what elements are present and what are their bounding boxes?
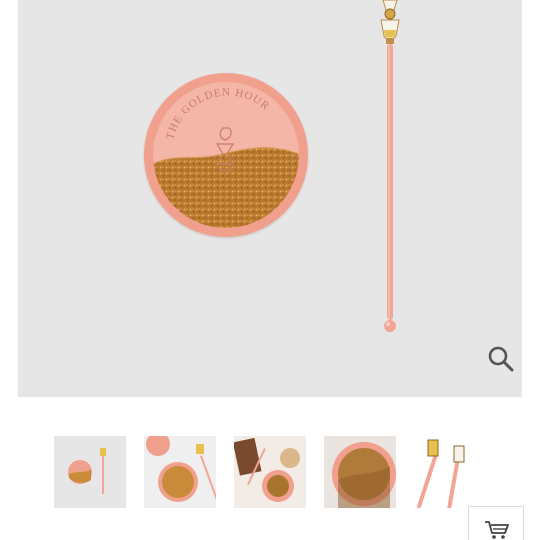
thumbnail-strip	[54, 436, 494, 508]
hourglass-emblem-icon	[215, 127, 235, 172]
hourglass-topper-icon	[380, 0, 400, 44]
coaster-engraving: THE GOLDEN HOUR	[164, 86, 272, 172]
product-gallery-page: THE GOLDEN HOUR	[0, 0, 540, 540]
coaster-image: THE GOLDEN HOUR	[144, 73, 308, 237]
zoom-icon[interactable]	[486, 344, 516, 374]
coaster-inner: THE GOLDEN HOUR	[153, 82, 299, 228]
thumbnail-5[interactable]	[414, 436, 486, 508]
thumbnail-2[interactable]	[144, 436, 216, 508]
shopping-cart-icon	[485, 521, 509, 539]
svg-text:THE GOLDEN HOUR: THE GOLDEN HOUR	[164, 86, 272, 140]
thumbnail-1[interactable]	[54, 436, 126, 508]
main-product-image[interactable]: THE GOLDEN HOUR	[18, 0, 522, 397]
coaster-engraving-text: THE GOLDEN HOUR	[164, 86, 271, 140]
shopping-cart-button[interactable]	[468, 506, 524, 540]
stirrer-image	[380, 0, 400, 332]
thumbnail-3[interactable]	[234, 436, 306, 508]
thumbnail-4[interactable]	[324, 436, 396, 508]
